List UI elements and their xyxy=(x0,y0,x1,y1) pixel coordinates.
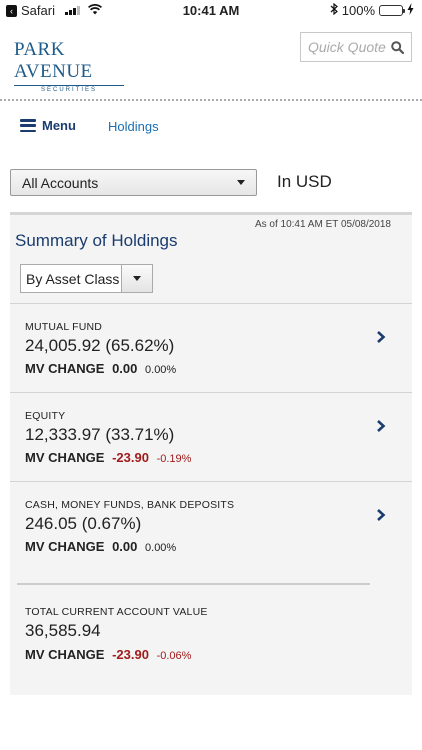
caret-down-icon xyxy=(133,276,141,281)
hamburger-icon xyxy=(20,119,36,132)
total-amount: 36,585.94 xyxy=(25,621,101,640)
holding-category: CASH, MONEY FUNDS, BANK DEPOSITS xyxy=(25,499,235,511)
mv-change-value: 0.00 xyxy=(112,539,138,554)
mv-change: MV CHANGE -23.90 -0.06% xyxy=(25,647,191,662)
mv-change-percent: -0.06% xyxy=(156,650,192,662)
chevron-right-icon[interactable] xyxy=(376,508,386,527)
mv-change-value: -23.90 xyxy=(112,450,149,465)
bluetooth-icon xyxy=(330,2,338,18)
caret-down-icon xyxy=(237,180,245,185)
status-bar: ‹ Safari 10:41 AM 100% xyxy=(0,0,422,22)
logo: PARK AVENUE SECURITIES xyxy=(14,39,124,93)
menu-label: Menu xyxy=(42,118,76,133)
status-right: 100% xyxy=(330,2,414,18)
battery-percent: 100% xyxy=(341,3,375,18)
holding-row[interactable]: MUTUAL FUND 24,005.92 (65.62%) MV CHANGE… xyxy=(10,303,412,392)
search-icon[interactable] xyxy=(391,41,405,59)
mv-change: MV CHANGE 0.00 0.00% xyxy=(25,361,176,376)
holding-row[interactable]: CASH, MONEY FUNDS, BANK DEPOSITS 246.05 … xyxy=(10,481,412,570)
logo-name: PARK AVENUE xyxy=(14,39,93,82)
chevron-right-icon[interactable] xyxy=(376,419,386,438)
chevron-right-icon[interactable] xyxy=(376,330,386,349)
logo-sub: SECURITIES xyxy=(40,87,97,93)
mv-change-label: MV CHANGE xyxy=(25,450,105,465)
battery-icon xyxy=(379,5,405,16)
quick-quote-box xyxy=(300,32,412,62)
mv-change-percent: -0.19% xyxy=(156,453,192,465)
mv-change-label: MV CHANGE xyxy=(25,361,105,376)
mv-change-label: MV CHANGE xyxy=(25,647,105,662)
charging-icon xyxy=(407,3,414,18)
holding-amount: 246.05 (0.67%) xyxy=(25,514,142,533)
total-account-value: TOTAL CURRENT ACCOUNT VALUE 36,585.94 MV… xyxy=(10,601,412,691)
summary-panel: As of 10:41 AM ET 05/08/2018 Summary of … xyxy=(10,212,412,695)
holding-amount: 24,005.92 (65.62%) xyxy=(25,336,175,355)
holding-category: MUTUAL FUND xyxy=(25,321,103,333)
holding-amount: 12,333.97 (33.71%) xyxy=(25,425,175,444)
currency-label: In USD xyxy=(277,172,332,191)
mv-change: MV CHANGE 0.00 0.00% xyxy=(25,539,176,554)
mv-change-percent: 0.00% xyxy=(145,364,177,376)
mv-change: MV CHANGE -23.90 -0.19% xyxy=(25,450,191,465)
mv-change-value: 0.00 xyxy=(112,361,138,376)
mv-change-percent: 0.00% xyxy=(145,542,177,554)
summary-title: Summary of Holdings xyxy=(15,231,178,250)
menu-button[interactable]: Menu xyxy=(20,118,76,133)
quick-quote-input[interactable] xyxy=(301,33,392,61)
holdings-link[interactable]: Holdings xyxy=(108,119,159,134)
group-by-value: By Asset Class xyxy=(26,271,120,287)
group-by-dropdown-button[interactable] xyxy=(121,265,152,292)
logo-rule xyxy=(14,85,124,86)
mv-change-label: MV CHANGE xyxy=(25,539,105,554)
total-label: TOTAL CURRENT ACCOUNT VALUE xyxy=(25,606,208,618)
header-divider xyxy=(0,99,422,101)
holding-row[interactable]: EQUITY 12,333.97 (33.71%) MV CHANGE -23.… xyxy=(10,392,412,481)
account-select[interactable]: All Accounts xyxy=(10,169,257,196)
account-select-value: All Accounts xyxy=(22,175,99,191)
total-divider xyxy=(17,583,370,585)
holding-category: EQUITY xyxy=(25,410,66,422)
mv-change-value: -23.90 xyxy=(112,647,149,662)
group-by-select[interactable]: By Asset Class xyxy=(20,264,153,293)
as-of-timestamp: As of 10:41 AM ET 05/08/2018 xyxy=(254,219,391,230)
